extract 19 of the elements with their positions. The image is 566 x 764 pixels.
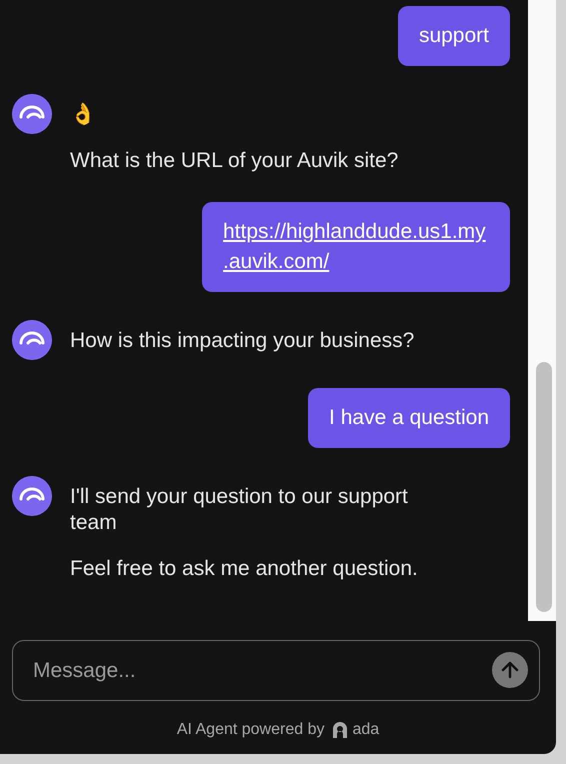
logo-icon <box>332 721 348 739</box>
message-text: I'll send your question to our support team <box>70 484 409 536</box>
arrow-up-icon <box>500 660 520 680</box>
avatar-icon <box>12 476 52 516</box>
message-bubble: I have a question <box>308 388 510 448</box>
url-link[interactable]: https://highlanddude.us1.my.auvik.com/ <box>223 217 489 277</box>
footer-text: AI Agent powered by <box>176 720 324 740</box>
avatar-icon <box>12 320 52 360</box>
avatar-icon <box>12 94 52 134</box>
message-text: Feel free to ask me another question. <box>70 556 419 582</box>
message-bubble: support <box>398 6 510 66</box>
message-text: How is this impacting your business? <box>70 328 414 354</box>
send-button[interactable] <box>492 652 528 688</box>
scrollbar-track[interactable] <box>528 0 556 621</box>
message-field[interactable]: Message... <box>12 640 540 701</box>
message-text: 👌 <box>70 102 97 128</box>
message-text: What is the URL of your Auvik site? <box>70 148 398 174</box>
scrollbar-thumb[interactable] <box>536 362 552 612</box>
brand-name: ada <box>352 720 380 740</box>
